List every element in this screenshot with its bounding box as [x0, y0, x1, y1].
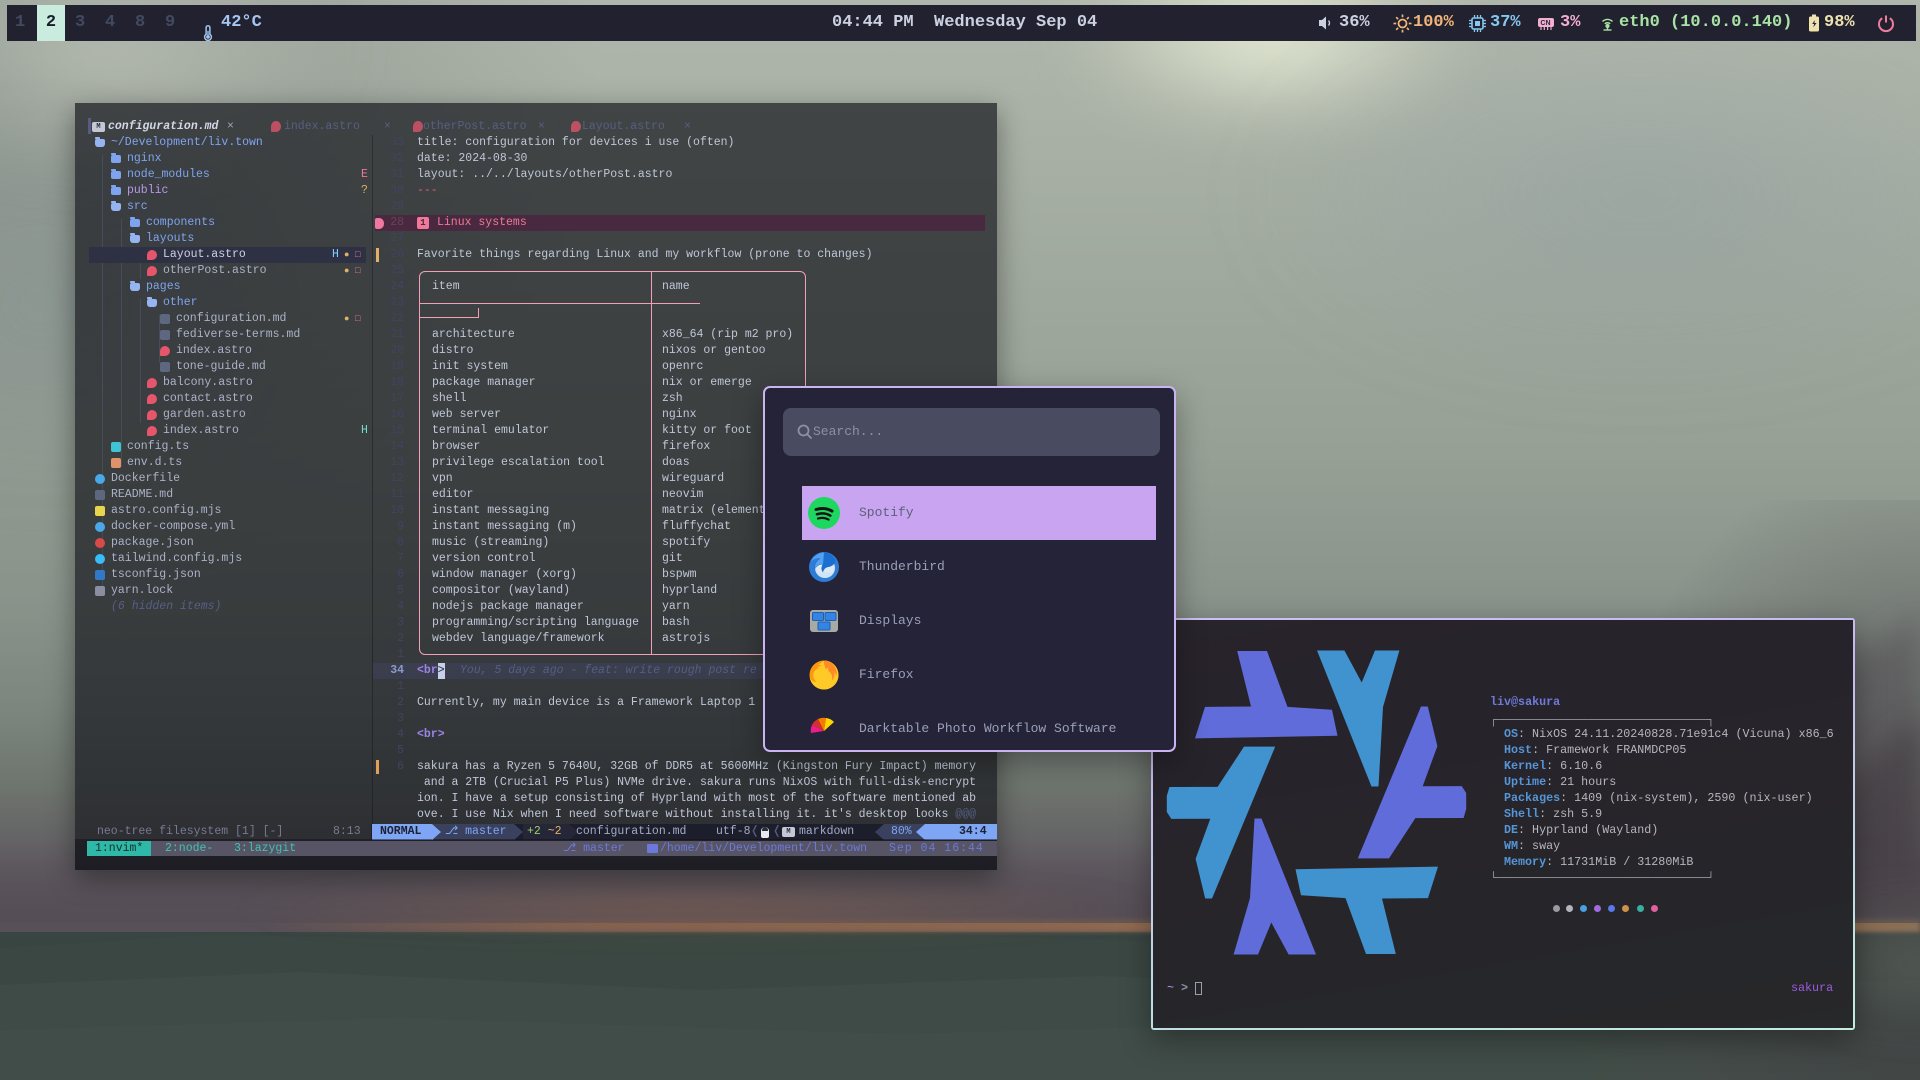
svg-text:CN: CN: [1540, 20, 1550, 27]
